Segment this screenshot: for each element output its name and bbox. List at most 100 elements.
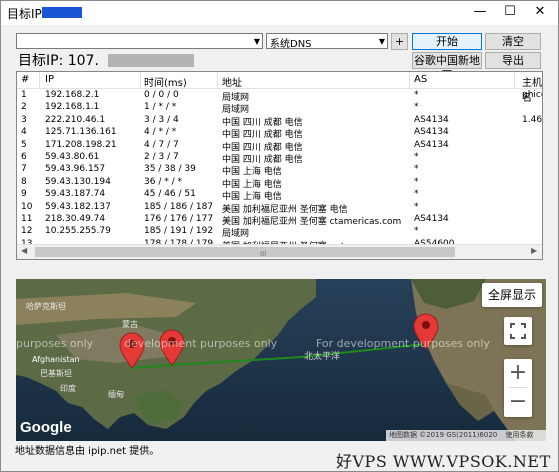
- cell-ip: 125.71.136.161: [45, 127, 117, 138]
- dev-watermark-mid: development purposes only: [124, 337, 278, 350]
- table-row[interactable]: 7 59.43.96.157 35 / 38 / 39 中国 上海 电信 *: [17, 164, 542, 178]
- app-window: 目标IP: 107 — ☐ ✕ ▼ 系统DNS ▼ + 开始 清空 目标IP: …: [0, 0, 559, 472]
- maximize-button[interactable]: ☐: [495, 1, 525, 23]
- cell-as: *: [414, 176, 419, 187]
- cell-address: 美国 加利福尼亚州 圣何塞 ctamericas.com: [222, 216, 402, 227]
- cell-index: 4: [21, 127, 27, 138]
- column-divider[interactable]: [140, 72, 141, 89]
- zoom-out-button[interactable]: −: [504, 388, 532, 416]
- cell-address: 中国 四川 成都 电信: [222, 154, 303, 165]
- title-redaction: [42, 7, 82, 18]
- cell-ip: 59.43.96.157: [45, 164, 106, 175]
- cell-address: 中国 四川 成都 电信: [222, 130, 303, 141]
- table-row[interactable]: 2 192.168.1.1 1 / * / * 局域网 *: [17, 102, 542, 116]
- minimize-button[interactable]: —: [465, 1, 495, 23]
- scrollbar-thumb[interactable]: III: [35, 247, 455, 258]
- close-button[interactable]: ✕: [525, 1, 555, 23]
- add-dns-button[interactable]: +: [391, 33, 408, 50]
- table-row[interactable]: 8 59.43.130.194 36 / * / * 中国 上海 电信 *: [17, 176, 542, 190]
- expand-map-button[interactable]: [504, 317, 532, 345]
- chevron-down-icon[interactable]: ▼: [379, 35, 385, 48]
- cell-time: 185 / 186 / 187: [144, 201, 214, 212]
- map-copyright: 地图数据 ©2019 GS(2011)6020: [389, 431, 498, 439]
- map-view[interactable]: purposes only development purposes only …: [16, 279, 546, 441]
- label-india: 印度: [60, 384, 76, 393]
- cell-as: *: [414, 189, 419, 200]
- cell-time: 4 / 7 / 7: [144, 139, 179, 150]
- zoom-in-button[interactable]: +: [504, 359, 532, 387]
- trace-table[interactable]: # IP 时间(ms) 地址 AS 主机名 1 192.168.2.1 0 / 0 …: [16, 71, 543, 260]
- col-header-ip[interactable]: IP: [45, 74, 54, 85]
- cell-as: AS4134: [414, 139, 449, 150]
- scroll-left-icon[interactable]: ◀: [21, 246, 27, 255]
- cell-as: AS4134: [414, 213, 449, 224]
- label-north-pacific: 北太平洋: [304, 352, 341, 362]
- cell-index: 5: [21, 139, 27, 150]
- column-divider[interactable]: [514, 72, 515, 89]
- horizontal-scrollbar[interactable]: ◀ III ▶: [17, 244, 542, 259]
- cell-address: 局域网: [222, 229, 250, 240]
- cell-time: 185 / 191 / 192: [144, 226, 214, 237]
- title-bar: 目标IP: 107 — ☐ ✕: [1, 1, 558, 25]
- table-row[interactable]: 4 125.71.136.161 4 / * / * 中国 四川 成都 电信 AS413…: [17, 127, 542, 141]
- cell-ip: 59.43.130.194: [45, 176, 111, 187]
- cell-index: 12: [21, 226, 33, 237]
- map-terms-link[interactable]: 使用条款: [505, 431, 533, 439]
- cell-time: 2 / 3 / 7: [144, 151, 179, 162]
- cell-index: 3: [21, 114, 27, 125]
- cell-ip: 10.255.255.79: [45, 226, 111, 237]
- cell-address: 局域网: [222, 105, 250, 116]
- cell-as: *: [414, 90, 419, 100]
- cell-ip: 59.43.80.61: [45, 151, 100, 162]
- cell-ip: 222.210.46.1: [45, 114, 106, 125]
- cell-index: 6: [21, 151, 27, 162]
- google-china-map-button[interactable]: 谷歌中国新地图: [412, 52, 482, 82]
- col-header-as[interactable]: AS: [414, 74, 427, 85]
- cell-time: 3 / 3 / 4: [144, 114, 179, 125]
- table-row[interactable]: 1 192.168.2.1 0 / 0 / 0 局域网 * phicomm: [17, 90, 542, 103]
- cell-address: 局域网: [222, 93, 250, 103]
- cell-address: 中国 四川 成都 电信: [222, 117, 303, 128]
- table-row[interactable]: 9 59.43.187.74 45 / 46 / 51 中国 上海 电信 *: [17, 189, 542, 202]
- zoom-control: + −: [504, 359, 532, 417]
- chevron-down-icon[interactable]: ▼: [254, 35, 260, 48]
- col-header-address[interactable]: 地址: [222, 74, 242, 89]
- dns-combobox[interactable]: 系统DNS ▼: [266, 33, 388, 50]
- column-divider[interactable]: [217, 72, 218, 89]
- cell-ip: 218.30.49.74: [45, 213, 106, 224]
- cell-ip: 192.168.1.1: [45, 102, 100, 113]
- table-row[interactable]: 3 222.210.46.1 3 / 3 / 4 中国 四川 成都 电信 AS4134 1…: [17, 114, 542, 128]
- cell-as: *: [414, 102, 419, 113]
- table-row[interactable]: 5 171.208.198.21 4 / 7 / 7 中国 四川 成都 电信 AS413…: [17, 139, 542, 153]
- status-text: 地址数据信息由 ipip.net 提供。: [15, 446, 160, 457]
- cell-time: 45 / 46 / 51: [144, 189, 196, 200]
- scroll-right-icon[interactable]: ▶: [531, 246, 537, 255]
- fullscreen-button[interactable]: 全屏显示: [482, 283, 542, 307]
- expand-icon: [510, 323, 526, 339]
- cell-index: 10: [21, 201, 33, 212]
- table-row[interactable]: 6 59.43.80.61 2 / 3 / 7 中国 四川 成都 电信 *: [17, 151, 542, 165]
- table-row[interactable]: 11 218.30.49.74 176 / 176 / 177 美国 加利福尼亚州 圣…: [17, 213, 542, 227]
- dns-value: 系统DNS: [270, 39, 312, 50]
- table-row[interactable]: 12 10.255.255.79 185 / 191 / 192 局域网 *: [17, 226, 542, 240]
- col-header-time[interactable]: 时间(ms): [144, 74, 187, 89]
- start-button[interactable]: 开始: [412, 33, 482, 50]
- label-afghanistan: Afghanistan: [32, 355, 80, 364]
- google-logo: Google: [20, 419, 72, 436]
- site-watermark: 好VPS WWW.VPSOK.NET: [336, 452, 551, 471]
- host-combobox[interactable]: ▼: [16, 33, 263, 49]
- label-mongolia: 蒙古: [122, 320, 138, 329]
- cell-address: 中国 上海 电信: [222, 167, 282, 178]
- label-myanmar: 缅甸: [108, 390, 124, 399]
- column-divider[interactable]: [409, 72, 410, 89]
- cell-hostname: phicomm: [522, 90, 542, 100]
- cell-as: *: [414, 164, 419, 175]
- cell-as: *: [414, 201, 419, 212]
- cell-ip: 192.168.2.1: [45, 90, 100, 100]
- col-header-index[interactable]: #: [21, 74, 29, 85]
- column-divider[interactable]: [39, 72, 40, 89]
- cell-as: *: [414, 226, 419, 237]
- clear-button[interactable]: 清空: [485, 33, 541, 50]
- export-button[interactable]: 导出: [485, 52, 541, 69]
- table-row[interactable]: 10 59.43.182.137 185 / 186 / 187 美国 加利福尼亚州 …: [17, 201, 542, 215]
